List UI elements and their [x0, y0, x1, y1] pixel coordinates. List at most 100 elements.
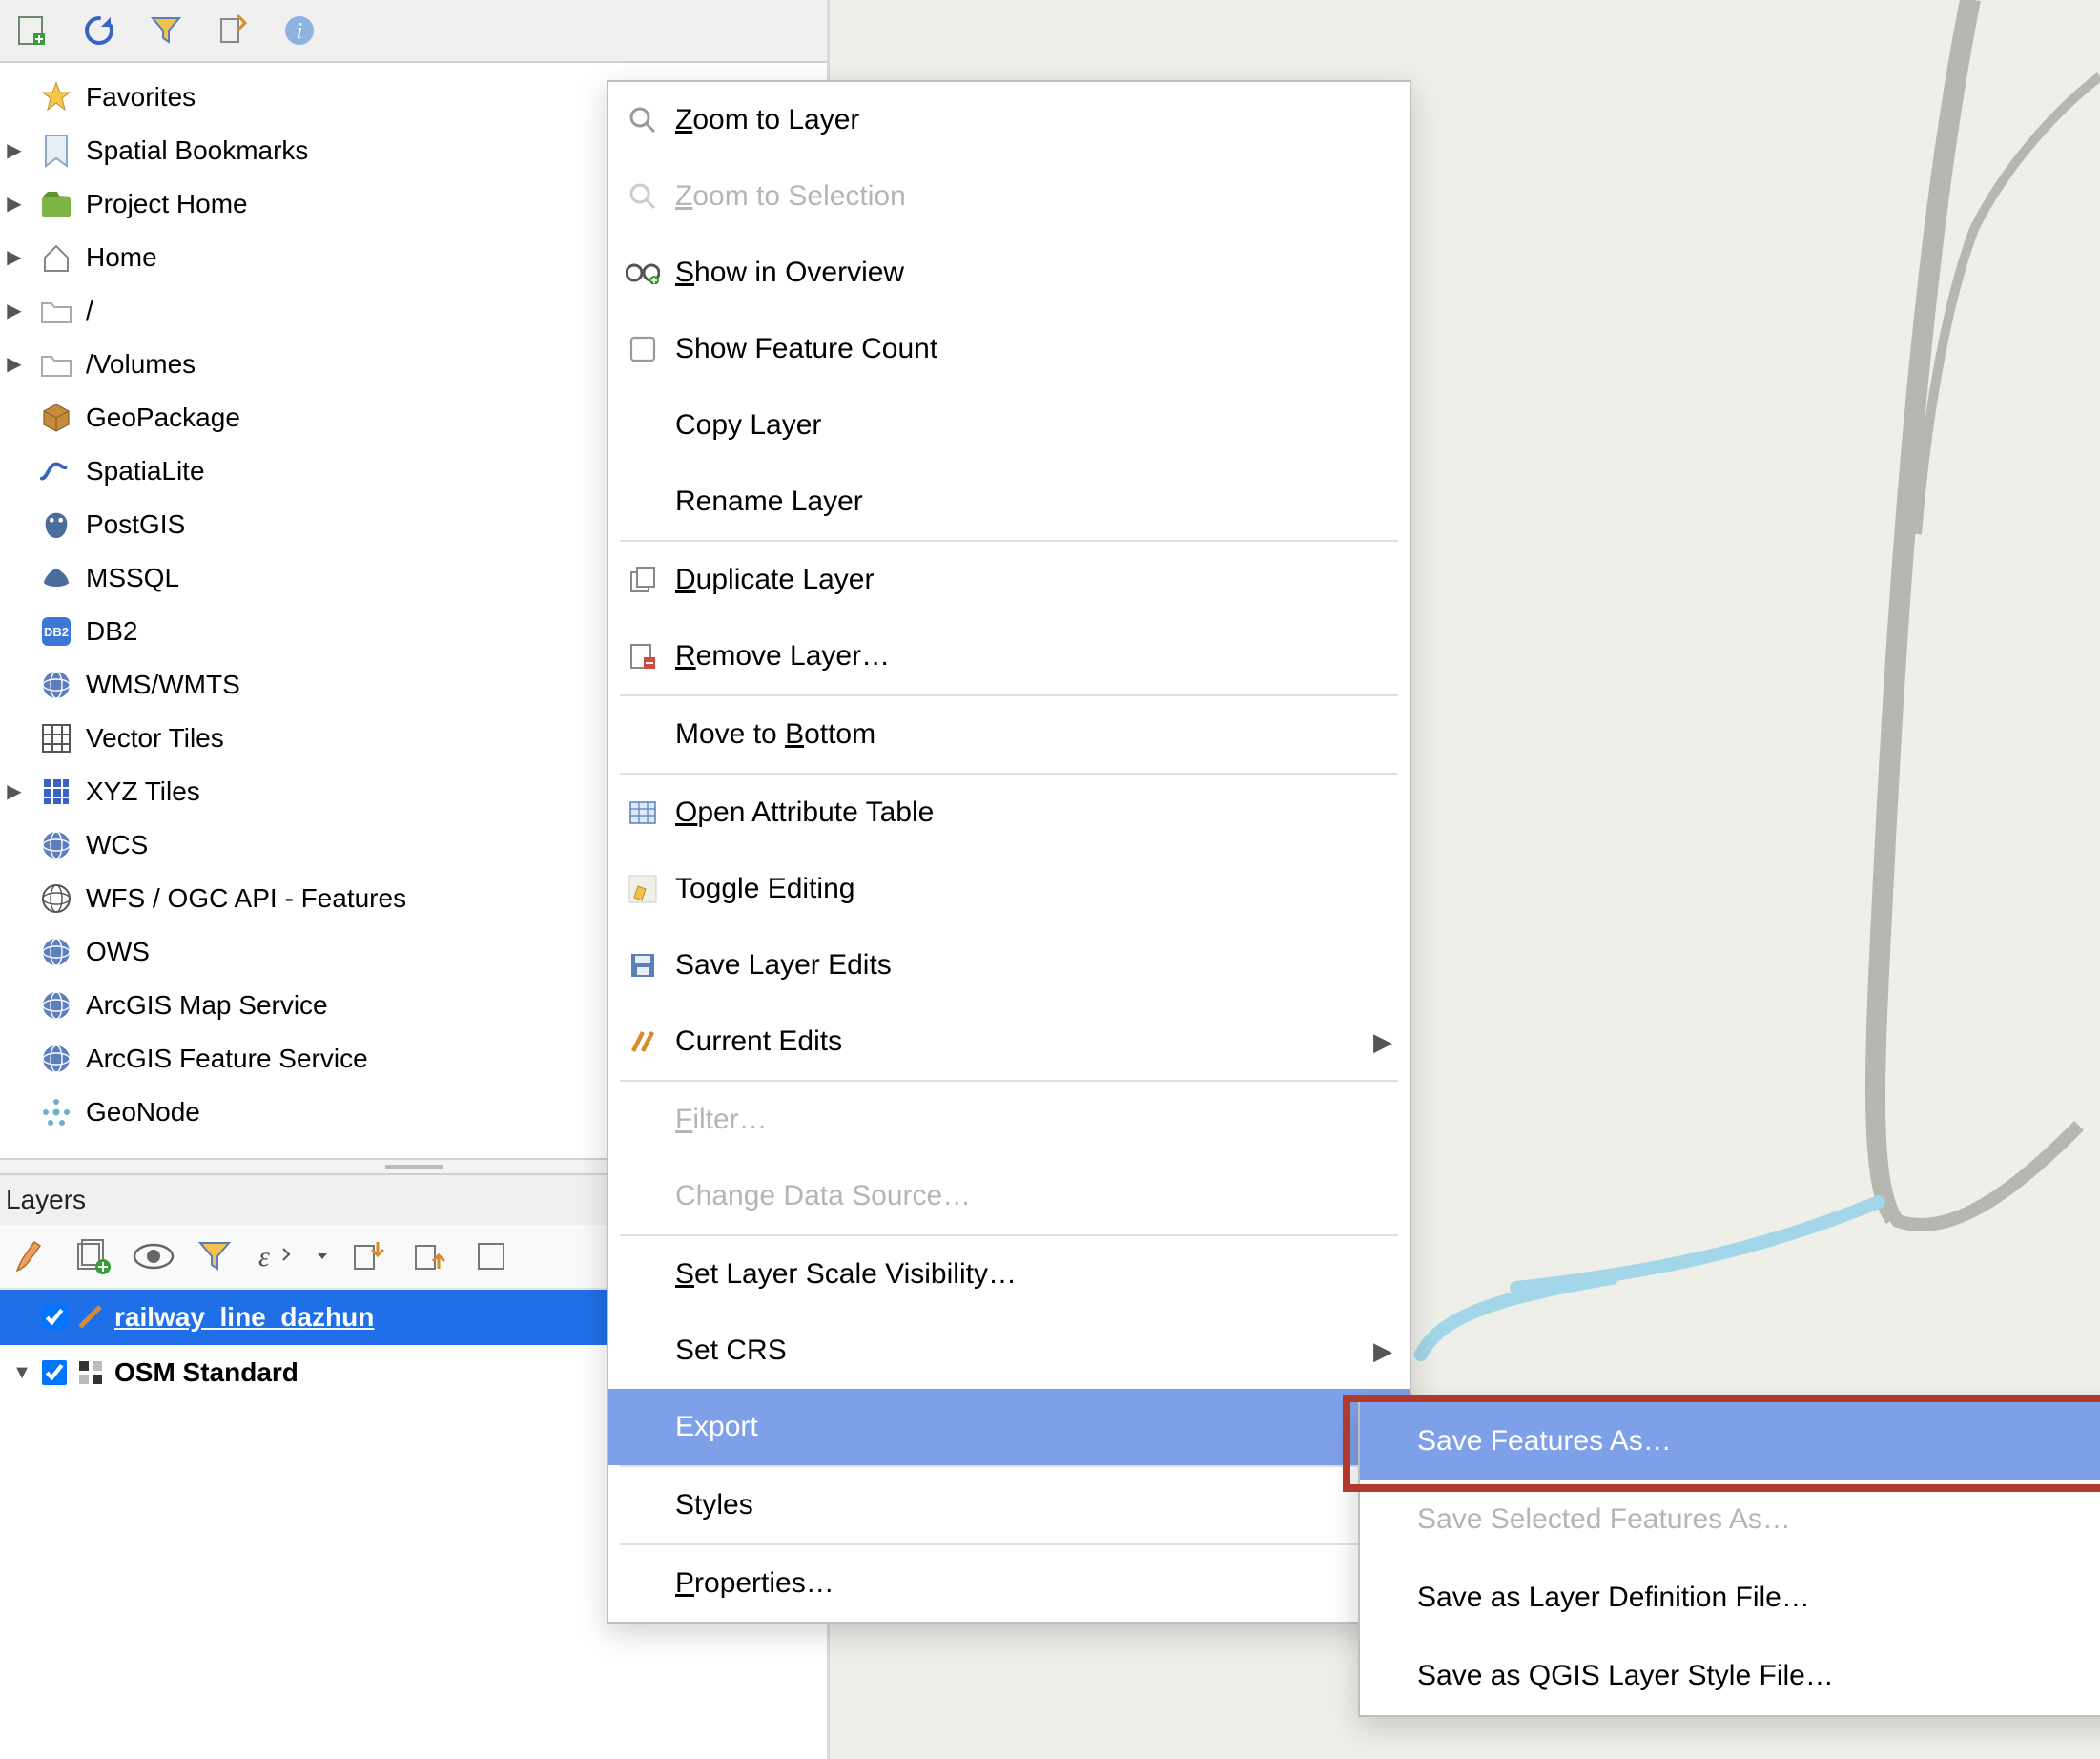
layer-context-menu[interactable]: Zoom to Layer Zoom to Selection Show in Ov… — [607, 80, 1411, 1624]
layer-visibility-checkbox[interactable] — [42, 1305, 67, 1330]
menu-item: Zoom to Selection — [608, 158, 1410, 235]
menu-item-label: Styles — [675, 1489, 1358, 1521]
mssql-icon — [40, 562, 72, 594]
menu-item-label: Toggle Editing — [675, 873, 1392, 905]
submenu-arrow-icon: ▶ — [1373, 1027, 1392, 1057]
edits-icon — [626, 1024, 660, 1059]
globe-icon — [40, 1043, 72, 1075]
blank-icon — [626, 1179, 660, 1213]
folder-icon — [40, 348, 72, 381]
collapse-icon[interactable] — [214, 11, 252, 50]
svg-text:i: i — [297, 19, 303, 44]
menu-item[interactable]: Set CRS ▶ — [608, 1313, 1410, 1389]
menu-item[interactable]: Open Attribute Table — [608, 775, 1410, 851]
blank-icon — [626, 485, 660, 519]
menu-item[interactable]: Remove Layer… — [608, 618, 1410, 694]
grid-icon — [40, 722, 72, 755]
submenu-item-label: Save as QGIS Layer Style File… — [1417, 1660, 1834, 1692]
menu-item-label: Export — [675, 1411, 1358, 1443]
duplicate-icon — [626, 563, 660, 597]
expand-arrow-icon[interactable]: ▶ — [4, 247, 25, 268]
submenu-arrow-icon: ▶ — [1373, 1336, 1392, 1366]
refresh-icon[interactable] — [80, 11, 118, 50]
browser-item-label: ArcGIS Feature Service — [86, 1044, 368, 1074]
menu-item[interactable]: Properties… — [608, 1545, 1410, 1622]
menu-item[interactable]: Save Layer Edits — [608, 927, 1410, 1004]
browser-item-label: GeoPackage — [86, 403, 240, 433]
menu-item-label: Filter… — [675, 1104, 1392, 1136]
menu-item[interactable]: Copy Layer — [608, 387, 1410, 464]
postgis-icon — [40, 508, 72, 541]
blank-icon — [626, 1334, 660, 1368]
star-icon — [40, 81, 72, 114]
overview-icon — [626, 256, 660, 290]
expand-arrow-icon[interactable]: ▶ — [4, 300, 25, 321]
expand-arrow-icon[interactable]: ▶ — [4, 354, 25, 375]
browser-item-label: XYZ Tiles — [86, 776, 200, 807]
dropdown-icon[interactable] — [315, 1234, 330, 1278]
menu-item[interactable]: Duplicate Layer — [608, 542, 1410, 618]
blank-icon — [626, 1257, 660, 1292]
geopackage-icon — [40, 402, 72, 434]
table-icon — [626, 796, 660, 830]
browser-toolbar: i — [0, 0, 827, 63]
menu-item[interactable]: Move to Bottom — [608, 696, 1410, 773]
menu-item[interactable]: Show Feature Count — [608, 311, 1410, 387]
add-layer-icon[interactable] — [13, 11, 51, 50]
save-icon — [626, 948, 660, 983]
info-icon[interactable]: i — [280, 11, 319, 50]
zoom-layer-icon — [626, 103, 660, 137]
style-brush-icon[interactable] — [10, 1234, 53, 1278]
submenu-item[interactable]: Save Features As… — [1360, 1402, 2100, 1480]
raster-layer-icon — [76, 1358, 105, 1387]
menu-item[interactable]: Show in Overview — [608, 235, 1410, 311]
menu-item-label: Zoom to Selection — [675, 180, 1392, 213]
layer-visibility-checkbox[interactable] — [42, 1360, 67, 1385]
export-submenu[interactable]: Save Features As… Save Selected Features … — [1358, 1400, 2100, 1717]
menu-item-label: Remove Layer… — [675, 640, 1392, 673]
menu-item[interactable]: Set Layer Scale Visibility… — [608, 1236, 1410, 1313]
menu-item[interactable]: Styles▶ — [608, 1467, 1410, 1543]
menu-item: Filter… — [608, 1082, 1410, 1158]
menu-item-label: Properties… — [675, 1567, 1392, 1600]
menu-item-label: Set CRS — [675, 1335, 1358, 1367]
expand-layer-icon[interactable] — [347, 1234, 391, 1278]
expand-arrow-icon[interactable]: ▶ — [4, 194, 25, 215]
pencil-icon — [626, 872, 660, 906]
browser-item-label: /Volumes — [86, 349, 196, 380]
submenu-item: Save Selected Features As… — [1360, 1480, 2100, 1559]
submenu-item[interactable]: Save as QGIS Layer Style File… — [1360, 1637, 2100, 1715]
collapse-layer-icon[interactable] — [408, 1234, 452, 1278]
expression-icon[interactable]: ε — [254, 1234, 298, 1278]
add-group-icon[interactable] — [71, 1234, 114, 1278]
menu-item[interactable]: Toggle Editing — [608, 851, 1410, 927]
submenu-item[interactable]: Save as Layer Definition File… — [1360, 1559, 2100, 1637]
expand-arrow-icon[interactable]: ▶ — [4, 140, 25, 161]
submenu-item-label: Save Features As… — [1417, 1425, 1672, 1458]
menu-item-label: Change Data Source… — [675, 1180, 1392, 1212]
menu-item[interactable]: Rename Layer — [608, 464, 1410, 540]
blank-icon — [626, 408, 660, 443]
submenu-item-label: Save as Layer Definition File… — [1417, 1582, 1810, 1614]
blank-icon — [626, 1566, 660, 1601]
menu-item-label: Copy Layer — [675, 409, 1392, 442]
expand-arrow-icon[interactable]: ▶ — [4, 781, 25, 802]
filter-icon[interactable] — [147, 11, 185, 50]
filter-icon[interactable] — [193, 1234, 237, 1278]
folder-icon — [40, 295, 72, 327]
remove-layer-icon[interactable] — [469, 1234, 513, 1278]
db2-icon: DB2 — [40, 615, 72, 648]
menu-item-label: Current Edits — [675, 1025, 1358, 1058]
menu-item[interactable]: Export▶ — [608, 1389, 1410, 1465]
menu-item[interactable]: Zoom to Layer — [608, 82, 1410, 158]
globe-icon — [40, 669, 72, 701]
blank-icon — [626, 1488, 660, 1522]
menu-item[interactable]: Current Edits ▶ — [608, 1004, 1410, 1080]
expand-arrow-icon[interactable]: ▼ — [11, 1362, 32, 1384]
xyz-grid-icon — [40, 776, 72, 808]
menu-item-label: Open Attribute Table — [675, 797, 1392, 829]
browser-item-label: Favorites — [86, 82, 196, 113]
browser-item-label: Project Home — [86, 189, 248, 219]
globe-icon — [40, 829, 72, 861]
visibility-icon[interactable] — [132, 1234, 175, 1278]
